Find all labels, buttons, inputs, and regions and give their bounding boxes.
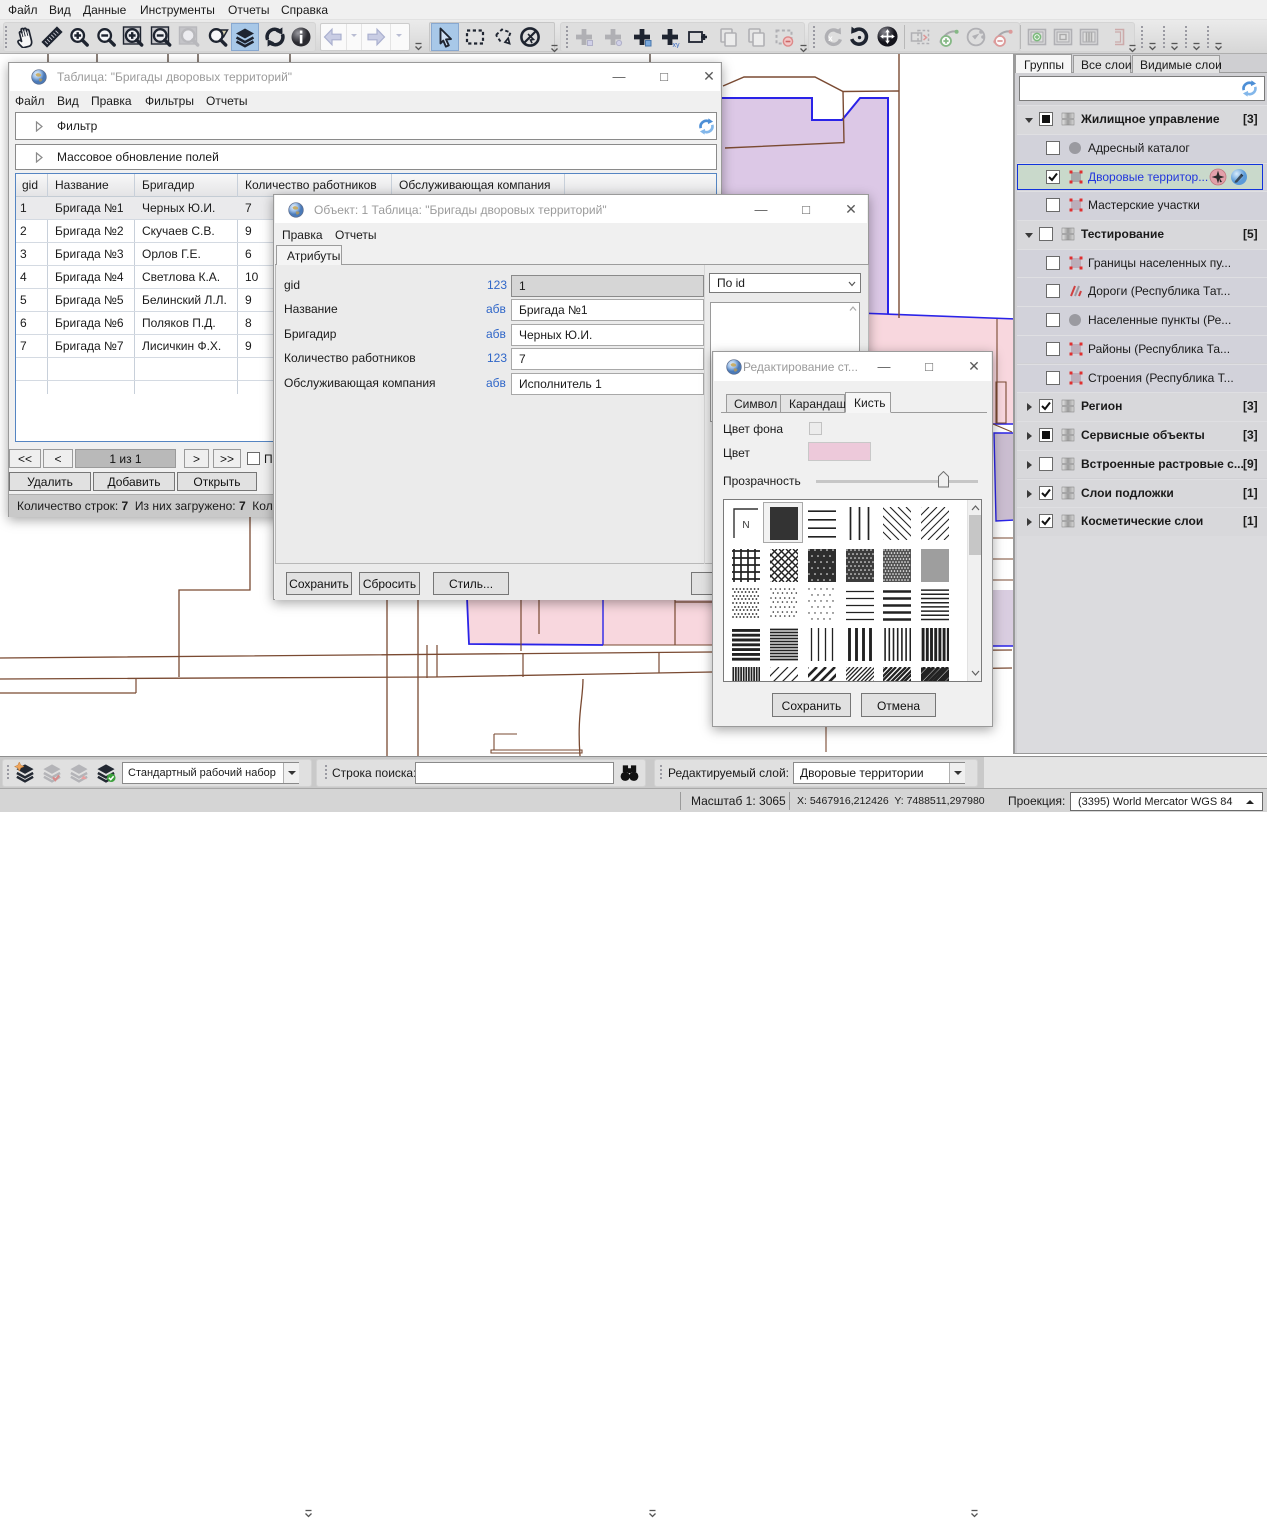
svg-text:N: N bbox=[742, 520, 749, 531]
svg-text:xy: xy bbox=[673, 42, 681, 48]
svg-text:x: x bbox=[828, 34, 833, 43]
